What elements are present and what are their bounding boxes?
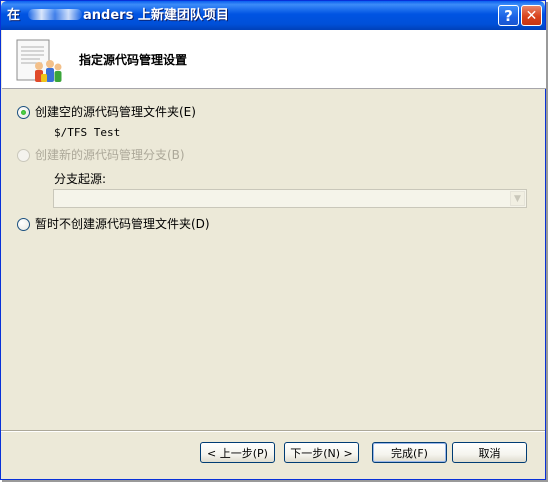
option-create-empty-folder[interactable]: 创建空的源代码管理文件夹(E) xyxy=(17,105,196,119)
cancel-button[interactable]: 取消 xyxy=(452,442,527,463)
radio-no-folder[interactable] xyxy=(17,217,30,231)
title-suffix: anders 上新建团队项目 xyxy=(83,8,229,23)
back-button[interactable]: < 上一步(P) xyxy=(200,442,275,463)
no-folder-label: 暂时不创建源代码管理文件夹(D) xyxy=(35,217,210,231)
branch-source-label: 分支起源: xyxy=(54,172,107,186)
chevron-down-icon: ▼ xyxy=(510,191,525,206)
window-title: 在 anders 上新建团队项目 xyxy=(7,7,229,24)
close-icon: ✕ xyxy=(525,7,538,24)
source-control-path: $/TFS Test xyxy=(54,126,121,139)
create-branch-label: 创建新的源代码管理分支(B) xyxy=(35,148,185,162)
option-no-folder[interactable]: 暂时不创建源代码管理文件夹(D) xyxy=(17,217,210,231)
option-create-branch: 创建新的源代码管理分支(B) xyxy=(17,148,185,162)
new-team-project-dialog: 在 anders 上新建团队项目 ? ✕ 指定源代码管理设置 创建空的源代码管理文… xyxy=(0,0,546,480)
help-icon: ? xyxy=(504,6,513,25)
next-button[interactable]: 下一步(N) > xyxy=(284,442,359,463)
title-prefix: 在 xyxy=(7,8,21,23)
title-bar[interactable]: 在 anders 上新建团队项目 ? ✕ xyxy=(1,1,545,30)
wizard-header: 指定源代码管理设置 xyxy=(2,30,546,89)
close-button[interactable]: ✕ xyxy=(521,5,542,26)
page-title: 指定源代码管理设置 xyxy=(79,53,188,67)
create-empty-folder-label: 创建空的源代码管理文件夹(E) xyxy=(35,105,196,119)
finish-button[interactable]: 完成(F) xyxy=(372,442,447,463)
branch-source-combobox: ▼ xyxy=(53,189,527,208)
radio-create-empty-folder[interactable] xyxy=(17,105,30,119)
footer-separator xyxy=(1,430,545,432)
project-wizard-icon xyxy=(16,39,62,82)
radio-create-branch xyxy=(17,148,30,162)
redacted-server-name xyxy=(28,9,83,20)
help-button[interactable]: ? xyxy=(498,5,519,26)
